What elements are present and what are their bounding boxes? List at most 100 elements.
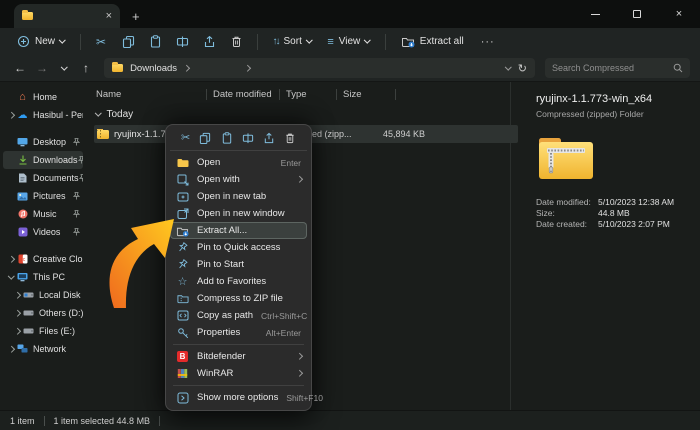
chevron-right-icon[interactable]	[14, 328, 20, 334]
column-label: Type	[286, 89, 307, 100]
column-header-date-modified[interactable]: Date modified	[213, 89, 279, 100]
paste-icon[interactable]	[221, 132, 233, 144]
new-button[interactable]: New	[10, 32, 72, 51]
this-pc-icon	[16, 272, 29, 282]
chevron-right-icon[interactable]	[14, 292, 20, 298]
rename-icon[interactable]	[242, 132, 254, 144]
address-dropdown-icon[interactable]	[505, 63, 511, 69]
sidebar-item-videos[interactable]: Videos	[3, 223, 83, 241]
chevron-right-icon[interactable]	[8, 256, 14, 262]
maximize-button[interactable]	[616, 0, 658, 28]
column-separator[interactable]	[206, 89, 207, 100]
column-separator[interactable]	[336, 89, 337, 100]
pin-icon	[73, 192, 80, 200]
chevron-right-icon[interactable]	[8, 346, 14, 352]
chevron-right-icon[interactable]	[14, 310, 20, 316]
menu-item-show-more-options[interactable]: Show more options Shift+F10	[170, 389, 307, 406]
copy-button[interactable]	[116, 31, 141, 52]
sidebar-item-music[interactable]: Music	[3, 205, 83, 223]
recent-locations-button[interactable]	[54, 58, 74, 78]
delete-button[interactable]	[224, 31, 249, 52]
sort-button[interactable]: ↑↓ Sort	[266, 33, 319, 50]
sidebar-item-pictures[interactable]: Pictures	[3, 187, 83, 205]
menu-item-extract-all[interactable]: Extract All...	[170, 222, 307, 239]
menu-item-open[interactable]: Open Enter	[170, 154, 307, 171]
forward-button[interactable]: →	[32, 58, 52, 78]
rename-button[interactable]	[170, 31, 195, 52]
new-window-icon	[176, 208, 189, 220]
menu-item-compress-to-zip[interactable]: Compress to ZIP file	[170, 290, 307, 307]
group-header-today[interactable]: Today	[96, 109, 510, 120]
sidebar-item-this-pc[interactable]: This PC	[3, 268, 83, 286]
sidebar-item-local-disk-c[interactable]: Local Disk (C:)	[3, 286, 83, 304]
close-tab-icon[interactable]: ×	[106, 11, 112, 22]
sidebar-item-onedrive[interactable]: ☁ Hasibul - Personal	[3, 106, 83, 124]
cut-button[interactable]: ✂	[89, 31, 114, 52]
sidebar-item-downloads[interactable]: Downloads	[3, 151, 83, 169]
close-button[interactable]: ×	[658, 0, 700, 28]
sidebar-item-label: Home	[33, 92, 57, 102]
menu-item-winrar[interactable]: WinRAR	[170, 365, 307, 382]
main-area: ⌂ Home ☁ Hasibul - Personal Desktop Down…	[0, 82, 700, 410]
copy-icon[interactable]	[199, 132, 211, 144]
chevron-down-icon[interactable]	[95, 110, 101, 116]
menu-item-label: Extract All...	[197, 225, 247, 236]
sidebar-item-documents[interactable]: Documents	[3, 169, 83, 187]
menu-item-add-to-favorites[interactable]: ☆ Add to Favorites	[170, 273, 307, 290]
desktop-icon	[16, 137, 29, 147]
sidebar-item-desktop[interactable]: Desktop	[3, 133, 83, 151]
menu-item-open-in-new-window[interactable]: Open in new window	[170, 205, 307, 222]
new-tab-icon	[176, 191, 189, 203]
breadcrumb-chevron-icon[interactable]	[183, 65, 189, 71]
column-header-size[interactable]: Size	[343, 89, 395, 100]
address-bar[interactable]: Downloads ↻	[104, 58, 535, 78]
explorer-tab[interactable]: ×	[14, 4, 120, 28]
chevron-slot	[7, 257, 16, 262]
sidebar-item-creative-cloud[interactable]: c Creative Cloud File	[3, 250, 83, 268]
cut-icon[interactable]: ✂	[181, 132, 190, 144]
menu-item-pin-to-quick-access[interactable]: Pin to Quick access	[170, 239, 307, 256]
drive-icon	[22, 327, 35, 335]
trash-icon[interactable]	[284, 132, 296, 144]
pictures-icon	[16, 192, 29, 201]
new-tab-button[interactable]: +	[132, 9, 140, 24]
menu-item-bitdefender[interactable]: B Bitdefender	[170, 348, 307, 365]
menu-item-copy-as-path[interactable]: Copy as path Ctrl+Shift+C	[170, 307, 307, 324]
share-icon[interactable]	[263, 132, 275, 144]
breadcrumb-chevron-icon[interactable]	[244, 65, 250, 71]
toolbar-separator	[257, 34, 258, 50]
more-options-button[interactable]: ···	[473, 31, 503, 52]
column-separator[interactable]	[395, 89, 396, 100]
menu-item-label: Pin to Start	[197, 259, 244, 270]
details-title: ryujinx-1.1.773-win_x64	[536, 93, 692, 105]
search-box[interactable]	[545, 58, 690, 78]
menu-item-open-in-new-tab[interactable]: Open in new tab	[170, 188, 307, 205]
sidebar-item-others-d[interactable]: Others (D:)	[3, 304, 83, 322]
menu-item-pin-to-start[interactable]: Pin to Start	[170, 256, 307, 273]
minimize-button[interactable]	[574, 0, 616, 28]
up-button[interactable]: ↑	[76, 58, 96, 78]
view-button[interactable]: ≡ View	[320, 33, 376, 51]
breadcrumb-downloads[interactable]: Downloads	[130, 63, 177, 74]
menu-item-properties[interactable]: Properties Alt+Enter	[170, 324, 307, 341]
share-button[interactable]	[197, 31, 222, 52]
chevron-down-icon[interactable]	[8, 272, 14, 278]
paste-button[interactable]	[143, 31, 168, 52]
search-input[interactable]	[552, 63, 669, 73]
menu-item-open-with[interactable]: Open with	[170, 171, 307, 188]
command-toolbar: New ✂ ↑↓ Sort ≡ View Extract all ···	[0, 28, 700, 55]
sidebar-item-network[interactable]: Network	[3, 340, 83, 358]
column-separator[interactable]	[279, 89, 280, 100]
sidebar-item-files-e[interactable]: Files (E:)	[3, 322, 83, 340]
folder-icon	[112, 64, 123, 72]
menu-item-label: Compress to ZIP file	[197, 293, 283, 304]
column-header-type[interactable]: Type	[286, 89, 336, 100]
plus-circle-icon	[17, 35, 30, 48]
extract-all-button[interactable]: Extract all	[394, 32, 471, 51]
chevron-right-icon[interactable]	[8, 112, 14, 118]
back-button[interactable]: ←	[10, 58, 30, 78]
sidebar-item-home[interactable]: ⌂ Home	[3, 88, 83, 106]
folder-icon	[22, 12, 33, 20]
column-header-name[interactable]: Name	[94, 89, 206, 100]
refresh-icon[interactable]: ↻	[518, 62, 527, 75]
